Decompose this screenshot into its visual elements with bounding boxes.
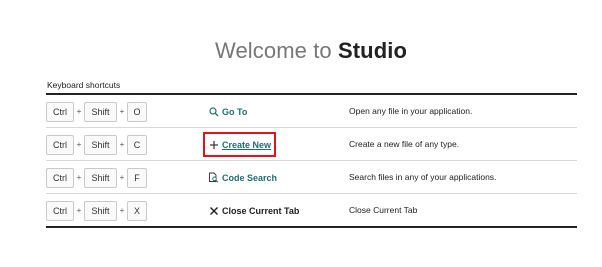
shortcut-list: Ctrl + Shift + O Go To Open any file in … <box>46 95 577 227</box>
code-search-label: Code Search <box>222 172 278 183</box>
key-letter: C <box>127 134 147 155</box>
plus-sign: + <box>119 140 125 149</box>
shortcut-row-go-to: Ctrl + Shift + O Go To Open any file in … <box>46 95 577 128</box>
key-ctrl: Ctrl <box>46 167 74 188</box>
shortcut-row-create-new: Ctrl + Shift + C Create New Create a new… <box>46 128 577 161</box>
plus-sign: + <box>76 107 82 116</box>
key-combo: Ctrl + Shift + O <box>46 101 147 122</box>
shortcut-description: Close Current Tab <box>349 205 418 215</box>
key-combo: Ctrl + Shift + C <box>46 134 147 155</box>
welcome-title: Welcome to Studio <box>0 38 602 64</box>
key-shift: Shift <box>84 167 117 188</box>
code-search-link[interactable]: Code Search <box>208 172 277 183</box>
shortcut-description: Open any file in your application. <box>349 106 473 116</box>
brand-name: Studio <box>337 38 407 63</box>
create-new-label: Create New <box>222 139 272 150</box>
key-ctrl: Ctrl <box>46 200 74 221</box>
search-icon <box>208 106 219 117</box>
close-icon <box>208 205 219 216</box>
key-letter: F <box>127 167 147 188</box>
plus-sign: + <box>119 206 125 215</box>
shortcut-row-close-tab: Ctrl + Shift + X Close Current Tab Close… <box>46 194 577 227</box>
key-letter: O <box>127 101 147 122</box>
shortcut-row-code-search: Ctrl + Shift + F Code Search Search file… <box>46 161 577 194</box>
go-to-label: Go To <box>222 106 248 117</box>
close-current-tab-label: Close Current Tab <box>222 205 300 216</box>
key-ctrl: Ctrl <box>46 101 74 122</box>
key-combo: Ctrl + Shift + F <box>46 167 147 188</box>
file-search-icon <box>208 172 219 183</box>
key-combo: Ctrl + Shift + X <box>46 200 147 221</box>
shortcut-description: Search files in any of your applications… <box>349 172 497 182</box>
plus-sign: + <box>76 140 82 149</box>
shortcut-description: Create a new file of any type. <box>349 139 460 149</box>
close-current-tab-link[interactable]: Close Current Tab <box>208 205 299 216</box>
key-shift: Shift <box>84 200 117 221</box>
plus-sign: + <box>76 173 82 182</box>
key-shift: Shift <box>84 101 117 122</box>
go-to-link[interactable]: Go To <box>208 106 247 117</box>
bottom-divider <box>46 226 577 228</box>
key-letter: X <box>127 200 147 221</box>
section-label: Keyboard shortcuts <box>47 80 121 90</box>
plus-icon <box>208 139 219 150</box>
key-shift: Shift <box>84 134 117 155</box>
plus-sign: + <box>76 206 82 215</box>
plus-sign: + <box>119 107 125 116</box>
plus-sign: + <box>119 173 125 182</box>
create-new-link[interactable]: Create New <box>208 139 271 150</box>
key-ctrl: Ctrl <box>46 134 74 155</box>
welcome-prefix: Welcome to <box>215 38 338 63</box>
